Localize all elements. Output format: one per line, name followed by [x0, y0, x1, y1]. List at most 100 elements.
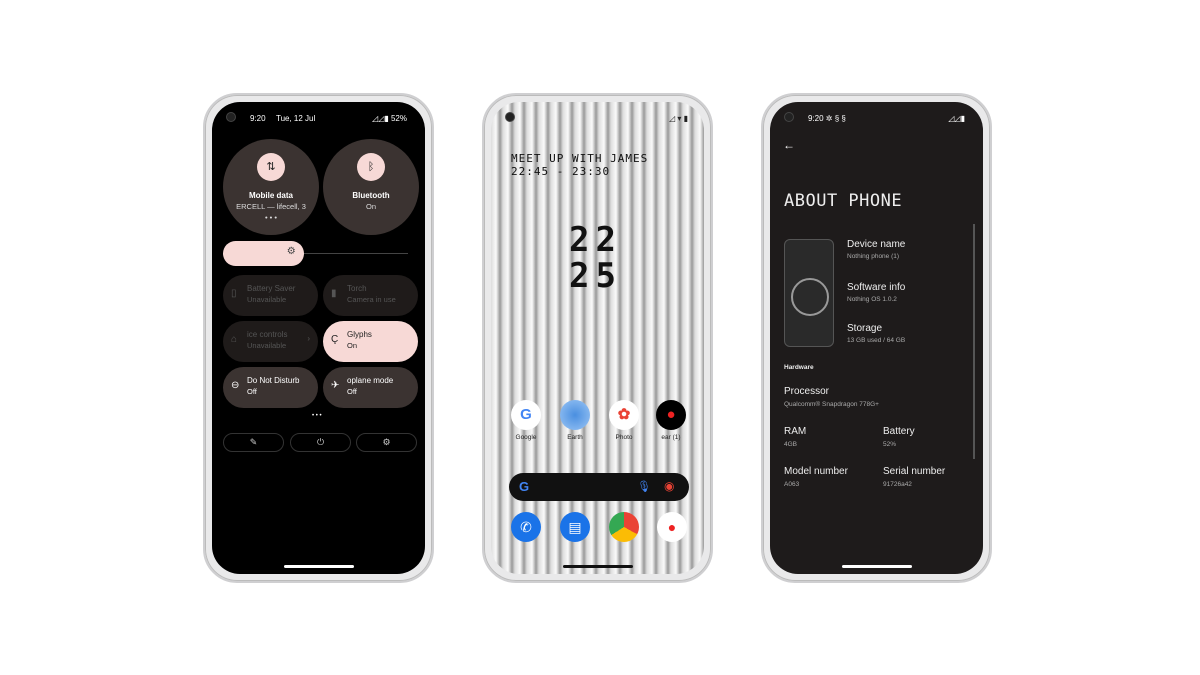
- battery-icon: ▯: [231, 288, 237, 299]
- tile-title: Do Not Disturb: [247, 376, 300, 385]
- time-text: 9:20: [808, 114, 824, 123]
- event-title: MEET UP WITH JAMES: [511, 152, 649, 165]
- gear-icon: ⚙: [382, 437, 391, 447]
- glyph-icon: Ç: [331, 334, 339, 345]
- status-date: Tue, 12 Jul: [276, 114, 316, 123]
- processor-value: Qualcomm® Snapdragon 778G+: [784, 401, 879, 408]
- ram-label: RAM: [784, 426, 807, 437]
- status-time: 9:20: [250, 114, 266, 123]
- messages-app-icon[interactable]: ▤: [560, 512, 590, 542]
- camera-hole: [226, 112, 236, 122]
- tile-subtitle: On: [365, 202, 376, 211]
- model-label: Model number: [784, 466, 848, 477]
- scrollbar[interactable]: [973, 224, 975, 459]
- tile-subtitle: On: [347, 341, 358, 350]
- tile-subtitle: Off: [247, 387, 257, 396]
- chrome-app-icon[interactable]: [609, 512, 639, 542]
- item-label: Storage: [847, 323, 883, 334]
- home-bar[interactable]: [562, 565, 633, 568]
- torch-tile[interactable]: ▮ Torch Camera in use: [323, 275, 418, 316]
- tile-subtitle: Unavailable: [247, 295, 287, 304]
- settings-button[interactable]: ⚙: [356, 433, 417, 452]
- airplane-mode-tile[interactable]: ✈ oplane mode Off: [323, 367, 418, 408]
- battery-percent: 52%: [390, 114, 407, 123]
- home-icon: ⌂: [231, 334, 238, 345]
- battery-value: 52%: [883, 441, 897, 448]
- clock-widget: 22 25: [569, 222, 622, 294]
- status-time: 9:20 ✲ § §: [808, 114, 846, 123]
- status-battery: ◿◿▮ 52%: [372, 114, 407, 123]
- about-phone-screen: 9:20 ✲ § § ◿◿▮ ← ABOUT PHONE Device name…: [770, 102, 983, 574]
- app-label: Earth: [567, 434, 583, 441]
- camera-hole: [505, 112, 515, 122]
- model-value: A063: [784, 481, 800, 488]
- app-earth[interactable]: Earth: [555, 400, 595, 441]
- phone-app-icon[interactable]: ✆: [511, 512, 541, 542]
- device-controls-tile[interactable]: ⌂ ice controls Unavailable ›: [223, 321, 318, 362]
- app-label: Photo: [615, 434, 633, 441]
- glyphs-tile[interactable]: Ç Glyphs On: [323, 321, 418, 362]
- search-bar[interactable]: G 🎙 ◉: [509, 473, 689, 501]
- item-label: Device name: [847, 239, 906, 250]
- tile-subtitle: Off: [347, 387, 357, 396]
- arrows-updown-icon: ⇅: [257, 153, 285, 181]
- battery-saver-tile[interactable]: ▯ Battery Saver Unavailable: [223, 275, 318, 316]
- phone-home-screen: ◿ ▾ ▮ MEET UP WITH JAMES 22:45 - 23:30 2…: [482, 93, 713, 583]
- status-icons: ◿ ▾ ▮: [668, 114, 688, 123]
- lens-icon[interactable]: ◉: [664, 479, 674, 493]
- item-value: Nothing OS 1.0.2: [847, 296, 897, 303]
- mic-icon[interactable]: 🎙: [637, 480, 651, 493]
- processor-label: Processor: [784, 386, 830, 397]
- google-icon: G: [511, 400, 541, 430]
- tile-subtitle: ERCELL — lifecell, 3: [236, 202, 306, 211]
- tile-subtitle: Camera in use: [347, 295, 396, 304]
- tile-title: Battery Saver: [247, 284, 296, 293]
- tile-title: Glyphs: [347, 330, 372, 339]
- brightness-slider[interactable]: ⚙: [223, 241, 304, 266]
- app-label: Google: [515, 434, 537, 441]
- dnd-icon: ⊖: [231, 380, 240, 391]
- ram-value: 4GB: [784, 441, 798, 448]
- serial-label: Serial number: [883, 466, 946, 477]
- pencil-icon: ✎: [249, 437, 258, 447]
- tile-title: Mobile data: [248, 191, 293, 200]
- camera-hole: [784, 112, 794, 122]
- recorder-app-icon[interactable]: ●: [657, 512, 687, 542]
- quick-settings-screen: 9:20 Tue, 12 Jul ◿◿▮ 52% ⇅ Mobile data E…: [212, 102, 425, 574]
- power-button[interactable]: ⏻: [290, 433, 351, 452]
- bluetooth-tile[interactable]: ᛒ Bluetooth On: [323, 139, 419, 235]
- page-dots: • • •: [264, 213, 278, 222]
- bluetooth-icon: ᛒ: [357, 153, 385, 181]
- power-icon: ⏻: [316, 437, 325, 447]
- app-label: ear (1): [661, 434, 681, 441]
- page-dots: • • •: [312, 413, 322, 419]
- clock-minutes: 25: [569, 256, 622, 296]
- edit-button[interactable]: ✎: [223, 433, 284, 452]
- chevron-right-icon: ›: [307, 334, 310, 343]
- section-header: Hardware: [784, 364, 814, 371]
- phone-quick-settings: 9:20 Tue, 12 Jul ◿◿▮ 52% ⇅ Mobile data E…: [203, 93, 434, 583]
- back-arrow-icon[interactable]: ←: [783, 138, 795, 152]
- app-google[interactable]: G Google: [506, 400, 546, 441]
- brightness-icon: ⚙: [286, 246, 296, 257]
- battery-label: Battery: [883, 426, 915, 437]
- tile-title: Torch: [347, 284, 367, 293]
- airplane-icon: ✈: [331, 380, 340, 391]
- do-not-disturb-tile[interactable]: ⊖ Do Not Disturb Off: [223, 367, 318, 408]
- item-value: Nothing phone (1): [847, 253, 900, 260]
- home-bar[interactable]: [841, 565, 912, 568]
- tile-title: oplane mode: [347, 376, 394, 385]
- google-icon: G: [519, 479, 530, 494]
- page-title: ABOUT PHONE: [784, 191, 903, 211]
- mobile-data-tile[interactable]: ⇅ Mobile data ERCELL — lifecell, 3 • • •: [223, 139, 319, 235]
- app-ear[interactable]: ● ear (1): [651, 400, 691, 441]
- item-value: 13 GB used / 64 GB: [847, 337, 906, 344]
- photos-icon: ✿: [609, 400, 639, 430]
- home-bar[interactable]: [283, 565, 354, 568]
- serial-value: 91726a42: [883, 481, 912, 488]
- glyph-ring: [791, 278, 829, 316]
- item-label: Software info: [847, 282, 906, 293]
- app-photos[interactable]: ✿ Photo: [604, 400, 644, 441]
- status-icons: ◿◿▮: [948, 114, 965, 123]
- event-time: 22:45 - 23:30: [511, 165, 611, 178]
